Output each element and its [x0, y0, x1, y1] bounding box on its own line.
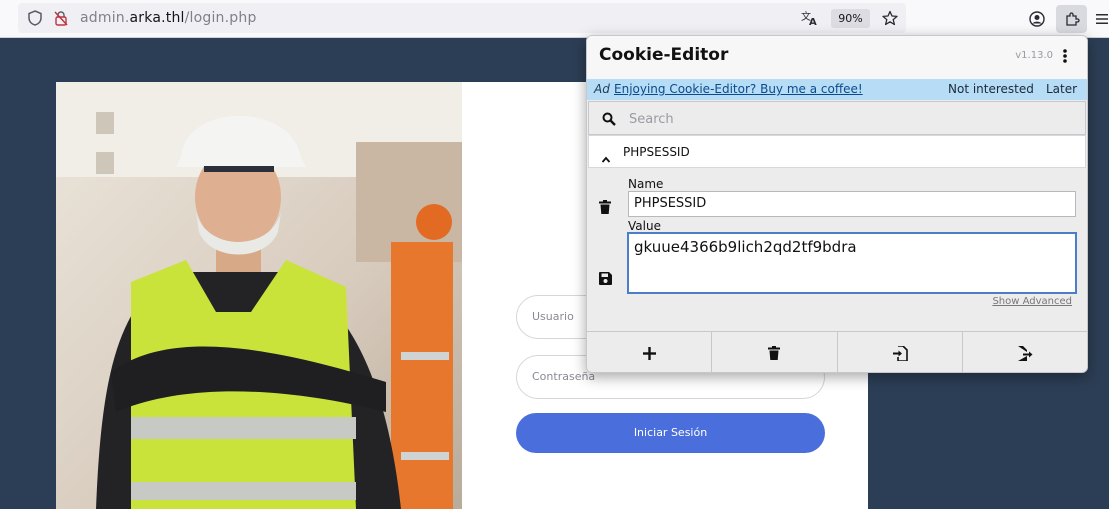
- plus-icon: [642, 346, 656, 360]
- delete-cookie-icon[interactable]: [599, 199, 611, 218]
- export-button[interactable]: [963, 332, 1087, 372]
- worker-photo: [56, 82, 462, 509]
- delete-all-button[interactable]: [712, 332, 838, 372]
- import-button[interactable]: [838, 332, 963, 372]
- menu-hamburger-icon[interactable]: [1095, 5, 1109, 33]
- url-text[interactable]: admin.arka.thl/login.php: [80, 3, 257, 33]
- search-box: [588, 101, 1086, 135]
- trash-icon: [768, 346, 781, 360]
- zoom-level-badge[interactable]: 90%: [831, 9, 870, 28]
- cookie-name-input[interactable]: PHPSESSID: [628, 191, 1076, 217]
- search-input[interactable]: [629, 109, 1069, 129]
- svg-text:A: A: [809, 17, 817, 26]
- url-bar[interactable]: admin.arka.thl/login.php 文A 90%: [18, 3, 906, 33]
- cookie-row-name: PHPSESSID: [623, 145, 690, 159]
- ad-link[interactable]: Enjoying Cookie-Editor? Buy me a coffee!: [614, 79, 863, 100]
- popup-title: Cookie-Editor: [599, 45, 729, 65]
- cookie-detail-panel: Name PHPSESSID Value gkuue4366b9lich2qd2…: [588, 169, 1086, 331]
- cookie-row-header[interactable]: PHPSESSID: [588, 135, 1086, 168]
- version-label: v1.13.0: [1015, 50, 1053, 61]
- search-icon: [602, 111, 616, 130]
- export-icon: [1017, 345, 1033, 361]
- save-cookie-icon[interactable]: [599, 270, 612, 289]
- login-submit-button[interactable]: Iniciar Sesión: [516, 413, 825, 453]
- shield-icon[interactable]: [24, 3, 46, 33]
- browser-toolbar: admin.arka.thl/login.php 文A 90%: [0, 0, 1109, 38]
- value-label: Value: [628, 219, 661, 233]
- later-button[interactable]: Later: [1046, 79, 1077, 100]
- cookie-editor-popup: Cookie-Editor v1.13.0 Ad Enjoying Cookie…: [586, 35, 1088, 373]
- popup-header: Cookie-Editor v1.13.0: [587, 36, 1087, 79]
- ad-banner: Ad Enjoying Cookie-Editor? Buy me a coff…: [587, 79, 1087, 100]
- account-icon[interactable]: [1024, 5, 1050, 33]
- ad-label: Ad: [594, 82, 610, 96]
- chevron-up-icon: [601, 148, 611, 167]
- show-advanced-link[interactable]: Show Advanced: [992, 296, 1072, 307]
- action-bar: [587, 331, 1087, 372]
- import-icon: [892, 345, 908, 361]
- extensions-puzzle-icon[interactable]: [1056, 5, 1087, 33]
- name-label: Name: [628, 177, 664, 191]
- not-interested-button[interactable]: Not interested: [948, 79, 1034, 100]
- username-placeholder: Usuario: [532, 310, 574, 323]
- more-options-icon[interactable]: [1063, 48, 1073, 66]
- add-cookie-button[interactable]: [587, 332, 713, 372]
- cookie-value-input[interactable]: gkuue4366b9lich2qd2tf9bdra: [627, 232, 1077, 294]
- bookmark-star-icon[interactable]: [879, 3, 901, 33]
- translate-icon[interactable]: 文A: [799, 3, 821, 33]
- insecure-lock-icon[interactable]: [50, 3, 72, 33]
